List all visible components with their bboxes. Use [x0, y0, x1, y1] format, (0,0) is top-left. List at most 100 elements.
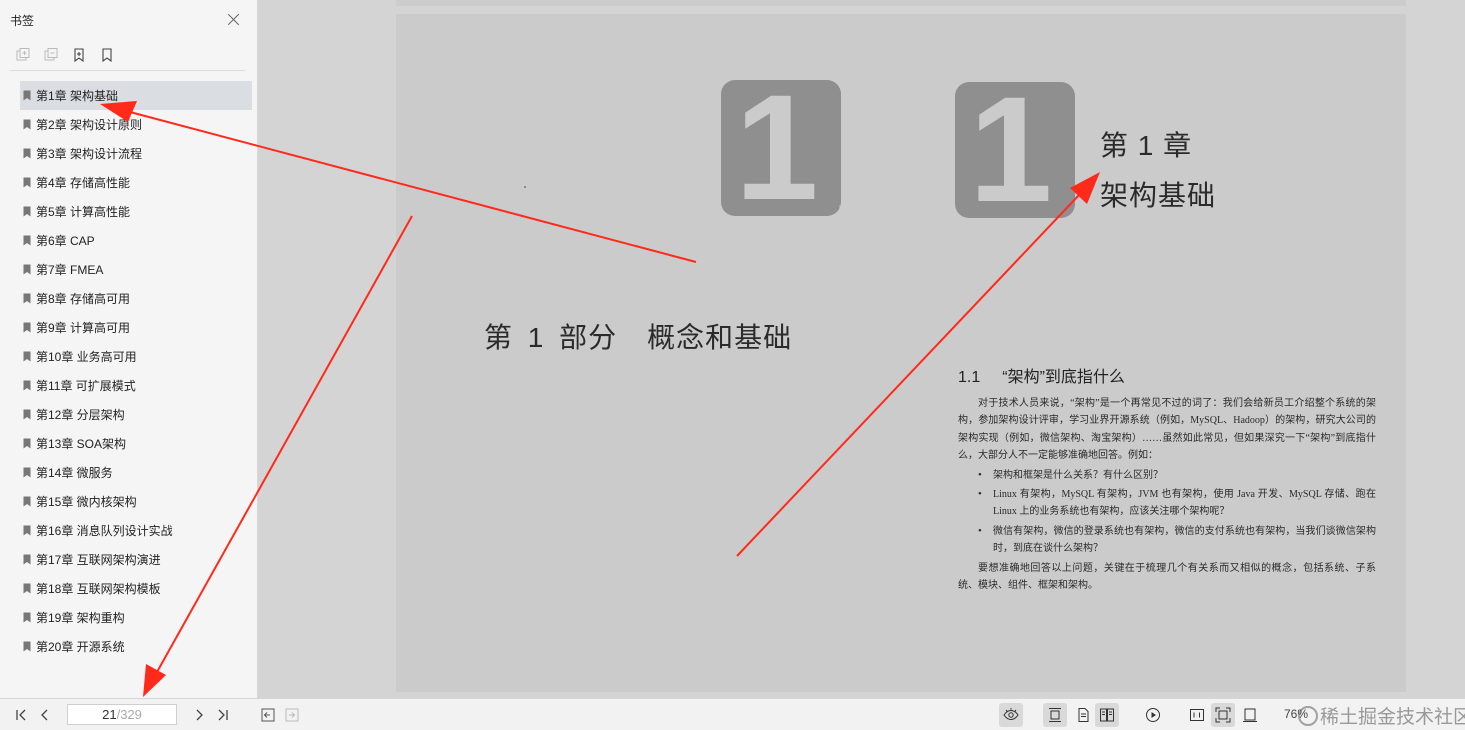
chapter-badge: 1 chapter: [955, 82, 1075, 218]
bullet-item: 微信有架构，微信的登录系统也有架构，微信的支付系统也有架构，当我们谈微信架构时，…: [958, 523, 1376, 558]
fit-page-icon[interactable]: [1211, 703, 1235, 727]
section-title: 1.1 “架构”到底指什么: [958, 363, 1125, 387]
bookmark-icon: [23, 496, 31, 507]
bookmark-item[interactable]: 第2章 架构设计原则: [20, 110, 252, 139]
bookmark-icon: [23, 467, 31, 478]
watermark: 稀土掘金技术社区: [1298, 702, 1465, 729]
chapter-number: 第 1 章: [1100, 130, 1193, 161]
bookmark-icon: [23, 264, 31, 275]
continuous-page-icon[interactable]: [1043, 703, 1067, 727]
bookmark-icon: [23, 177, 31, 188]
bookmark-item[interactable]: 第6章 CAP: [20, 226, 252, 255]
bookmark-icon: [23, 525, 31, 536]
previous-page-edge: [396, 0, 1406, 6]
bookmark-item[interactable]: 第18章 互联网架构模板: [20, 574, 252, 603]
bookmark-label: 第2章 架构设计原则: [36, 118, 143, 132]
bookmark-item[interactable]: 第5章 计算高性能: [20, 197, 252, 226]
bookmark-label: 第8章 存储高可用: [36, 292, 131, 306]
bookmark-label: 第3章 架构设计流程: [36, 147, 143, 161]
bookmark-icon[interactable]: [98, 46, 116, 64]
bullet-list: 架构和框架是什么关系？有什么区别？Linux 有架构，MySQL 有架构，JVM…: [958, 467, 1376, 558]
bookmark-label: 第20章 开源系统: [36, 640, 125, 654]
bookmark-icon: [23, 612, 31, 623]
double-page-icon[interactable]: [1095, 703, 1119, 727]
expand-all-icon[interactable]: [14, 46, 32, 64]
juejin-logo-icon: [1298, 706, 1318, 726]
forward-icon[interactable]: [282, 705, 302, 725]
current-page: 21: [102, 707, 117, 722]
bottom-toolbar: 21/329 76% 稀土掘金技术社区: [0, 698, 1465, 730]
bookmark-label: 第18章 互联网架构模板: [36, 582, 161, 596]
next-page-icon[interactable]: [189, 705, 209, 725]
divider: [10, 70, 245, 71]
bullet-item: 架构和框架是什么关系？有什么区别？: [958, 467, 1376, 485]
part-badge: 1 part: [721, 80, 841, 216]
bookmark-item[interactable]: 第8章 存储高可用: [20, 284, 252, 313]
bookmark-icon: [23, 119, 31, 130]
first-page-icon[interactable]: [11, 705, 31, 725]
bookmark-toolbar: [14, 46, 116, 64]
sidebar-title: 书签: [10, 14, 35, 28]
watermark-text: 稀土掘金技术社区: [1320, 707, 1465, 728]
bookmark-sidebar: 书签 第1章 架构基础第2章 架构设计原则 第3章 架构设计流程第4章 存储高性能…: [0, 0, 258, 698]
bookmark-item[interactable]: 第11章 可扩展模式: [20, 371, 252, 400]
chapter-badge-word: chapter: [1067, 204, 1075, 218]
section-heading: “架构”到底指什么: [1002, 369, 1125, 386]
actual-size-icon[interactable]: [1187, 705, 1207, 725]
last-page-icon[interactable]: [213, 705, 233, 725]
bookmark-item[interactable]: 第3章 架构设计流程: [20, 139, 252, 168]
bookmark-item[interactable]: 第13章 SOA架构: [20, 429, 252, 458]
bookmark-item[interactable]: 第12章 分层架构: [20, 400, 252, 429]
bookmark-icon: [23, 380, 31, 391]
bookmark-label: 第17章 互联网架构演进: [36, 553, 161, 567]
close-icon[interactable]: [226, 12, 242, 28]
bookmark-icon: [23, 409, 31, 420]
part-label: 第 1 部分: [484, 322, 618, 353]
body-text: 对于技术人员来说，“架构”是一个再常见不过的词了：我们会给新员工介绍整个系统的架…: [958, 395, 1376, 594]
bookmark-item[interactable]: 第20章 开源系统: [20, 632, 252, 661]
bookmark-item[interactable]: 第19章 架构重构: [20, 603, 252, 632]
bullet-item: Linux 有架构，MySQL 有架构，JVM 也有架构，使用 Java 开发、…: [958, 486, 1376, 521]
bookmark-item[interactable]: 第10章 业务高可用: [20, 342, 252, 371]
bookmark-item[interactable]: 第17章 互联网架构演进: [20, 545, 252, 574]
bookmark-item[interactable]: 第15章 微内核架构: [20, 487, 252, 516]
part-title: 第 1 部分 概念和基础: [484, 316, 792, 356]
play-icon[interactable]: [1143, 705, 1163, 725]
bookmark-icon: [23, 293, 31, 304]
bookmark-icon: [23, 351, 31, 362]
bookmark-label: 第7章 FMEA: [36, 263, 104, 277]
bookmark-item[interactable]: 第1章 架构基础: [20, 81, 252, 110]
bookmark-icon: [23, 554, 31, 565]
bookmark-label: 第1章 架构基础: [36, 89, 119, 103]
bookmark-label: 第11章 可扩展模式: [36, 379, 136, 393]
bookmark-label: 第19章 架构重构: [36, 611, 125, 625]
paragraph: 要想准确地回答以上问题，关键在于梳理几个有关系而又相似的概念，包括系统、子系统、…: [958, 562, 1376, 592]
previous-page-icon[interactable]: [35, 705, 55, 725]
eye-protection-icon[interactable]: [999, 703, 1023, 727]
bookmark-icon: [23, 641, 31, 652]
bookmark-label: 第14章 微服务: [36, 466, 113, 480]
bookmark-item[interactable]: 第7章 FMEA: [20, 255, 252, 284]
single-page-icon[interactable]: [1073, 705, 1093, 725]
part-name: 概念和基础: [647, 322, 793, 353]
bookmark-label: 第15章 微内核架构: [36, 495, 137, 509]
total-pages: /329: [116, 707, 142, 722]
bookmark-label: 第13章 SOA架构: [36, 437, 127, 451]
section-number: 1.1: [958, 369, 981, 386]
add-bookmark-icon[interactable]: [70, 46, 88, 64]
bookmark-item[interactable]: 第4章 存储高性能: [20, 168, 252, 197]
bookmark-item[interactable]: 第16章 消息队列设计实战: [20, 516, 252, 545]
bookmark-icon: [23, 148, 31, 159]
scan-speck: [524, 186, 526, 188]
bookmark-label: 第6章 CAP: [36, 234, 95, 248]
back-icon[interactable]: [258, 705, 278, 725]
document-viewport[interactable]: 1 part 1 chapter 第 1 章 架构基础 第 1 部分概念和基础 …: [259, 0, 1465, 698]
bookmark-label: 第10章 业务高可用: [36, 350, 137, 364]
bookmark-icon: [23, 583, 31, 594]
bookmark-item[interactable]: 第14章 微服务: [20, 458, 252, 487]
bookmark-item[interactable]: 第9章 计算高可用: [20, 313, 252, 342]
bookmark-icon: [23, 438, 31, 449]
page-number-input[interactable]: 21/329: [67, 704, 177, 725]
fit-width-icon[interactable]: [1240, 705, 1260, 725]
collapse-all-icon[interactable]: [42, 46, 60, 64]
